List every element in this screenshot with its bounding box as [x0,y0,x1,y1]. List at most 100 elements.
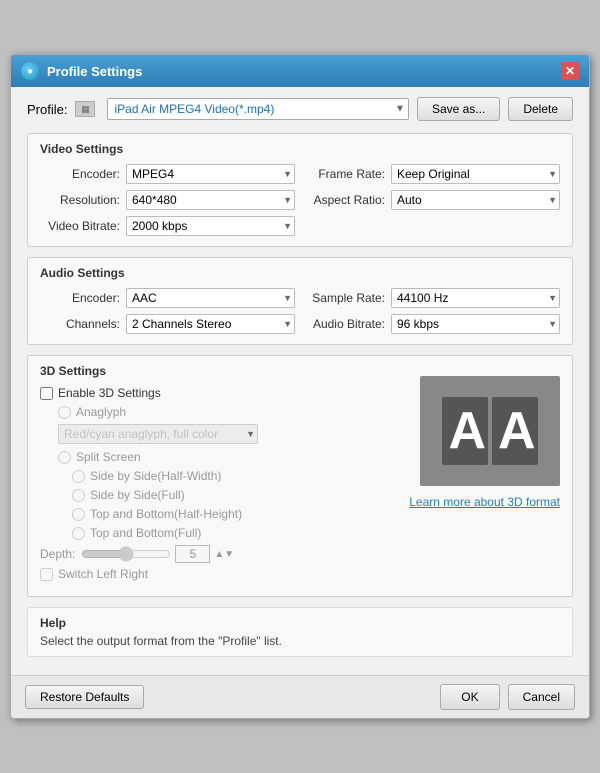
resolution-label: Resolution: [40,193,120,207]
side-half-row: Side by Side(Half-Width) [40,469,399,483]
side-half-radio[interactable] [72,470,85,483]
depth-input[interactable] [175,545,210,563]
side-full-radio[interactable] [72,489,85,502]
help-section: Help Select the output format from the "… [27,607,573,657]
help-title: Help [40,616,560,630]
aspect-ratio-select[interactable]: Auto [391,190,560,210]
cancel-button[interactable]: Cancel [508,684,575,710]
dialog-title: Profile Settings [47,64,561,79]
restore-defaults-button[interactable]: Restore Defaults [25,685,144,709]
split-screen-row: Split Screen [40,450,399,464]
aspect-ratio-row: Aspect Ratio: Auto ▼ [305,190,560,210]
split-screen-radio[interactable] [58,451,71,464]
depth-row: Depth: ▲▼ [40,545,399,563]
video-settings-section: Video Settings Encoder: MPEG4 ▼ Frame Ra… [27,133,573,247]
enable-3d-checkbox[interactable] [40,387,53,400]
audio-settings-grid: Encoder: AAC ▼ Sample Rate: 44100 Hz [40,288,560,334]
profile-label: Profile: [27,102,67,117]
anaglyph-radio[interactable] [58,406,71,419]
side-full-label: Side by Side(Full) [90,488,185,502]
sample-rate-select[interactable]: 44100 Hz [391,288,560,308]
enable-3d-row: Enable 3D Settings [40,386,399,400]
resolution-select[interactable]: 640*480 [126,190,295,210]
profile-row: Profile: ▦ iPad Air MPEG4 Video(*.mp4) ▼… [27,97,573,121]
ok-button[interactable]: OK [440,684,499,710]
top-bottom-full-radio[interactable] [72,527,85,540]
learn-more-row: Learn more about 3D format [409,494,560,509]
anaglyph-label: Anaglyph [76,405,126,419]
switch-lr-label: Switch Left Right [58,567,148,581]
frame-rate-select-wrapper: Keep Original ▼ [391,164,560,184]
channels-row: Channels: 2 Channels Stereo ▼ [40,314,295,334]
depth-spinner-arrows-icon: ▲▼ [214,549,234,560]
video-bitrate-select-wrapper: 2000 kbps ▼ [126,216,295,236]
video-settings-title: Video Settings [40,142,560,156]
top-bottom-half-radio[interactable] [72,508,85,521]
audio-encoder-label: Encoder: [40,291,120,305]
profile-select-wrapper: iPad Air MPEG4 Video(*.mp4) ▼ [107,98,408,120]
anaglyph-select[interactable]: Red/cyan anaglyph, full color [58,424,258,444]
side-half-label: Side by Side(Half-Width) [90,469,221,483]
preview-aa-text: A A [442,397,537,465]
channels-select[interactable]: 2 Channels Stereo [126,314,295,334]
profile-select[interactable]: iPad Air MPEG4 Video(*.mp4) [107,98,408,120]
learn-more-link[interactable]: Learn more about 3D format [409,495,560,509]
footer-right-buttons: OK Cancel [440,684,575,710]
aspect-ratio-label: Aspect Ratio: [305,193,385,207]
frame-rate-select[interactable]: Keep Original [391,164,560,184]
profile-icon: ▦ [75,101,95,117]
close-button[interactable]: ✕ [561,62,579,80]
encoder-select-wrapper: MPEG4 ▼ [126,164,295,184]
encoder-label: Encoder: [40,167,120,181]
enable-3d-label: Enable 3D Settings [58,386,161,400]
depth-slider-wrapper: ▲▼ [81,545,234,563]
help-text: Select the output format from the "Profi… [40,634,560,648]
switch-lr-row: Switch Left Right [40,567,399,581]
video-bitrate-label: Video Bitrate: [40,219,120,233]
split-screen-label: Split Screen [76,450,141,464]
frame-rate-row: Frame Rate: Keep Original ▼ [305,164,560,184]
footer-bar: Restore Defaults OK Cancel [11,675,589,718]
3d-settings-content: Enable 3D Settings Anaglyph Red/cyan ana… [40,386,560,586]
audio-settings-title: Audio Settings [40,266,560,280]
preview-area: A A Learn more about 3D format [409,386,560,586]
anaglyph-option-row: Red/cyan anaglyph, full color ▼ [40,424,399,444]
sample-rate-label: Sample Rate: [305,291,385,305]
audio-bitrate-select[interactable]: 96 kbps [391,314,560,334]
channels-select-wrapper: 2 Channels Stereo ▼ [126,314,295,334]
top-bottom-full-row: Top and Bottom(Full) [40,526,399,540]
video-bitrate-select[interactable]: 2000 kbps [126,216,295,236]
preview-a2: A [492,397,538,465]
audio-settings-section: Audio Settings Encoder: AAC ▼ Sample Rat… [27,257,573,345]
resolution-select-wrapper: 640*480 ▼ [126,190,295,210]
top-bottom-half-label: Top and Bottom(Half-Height) [90,507,242,521]
delete-button[interactable]: Delete [508,97,573,121]
audio-bitrate-row: Audio Bitrate: 96 kbps ▼ [305,314,560,334]
top-bottom-full-label: Top and Bottom(Full) [90,526,201,540]
depth-slider[interactable] [81,547,171,561]
app-icon: ● [21,62,39,80]
encoder-select[interactable]: MPEG4 [126,164,295,184]
resolution-row: Resolution: 640*480 ▼ [40,190,295,210]
switch-lr-checkbox[interactable] [40,568,53,581]
preview-a1: A [442,397,488,465]
encoder-row: Encoder: MPEG4 ▼ [40,164,295,184]
sample-rate-select-wrapper: 44100 Hz ▼ [391,288,560,308]
video-settings-grid: Encoder: MPEG4 ▼ Frame Rate: Keep Origin… [40,164,560,236]
video-bitrate-row: Video Bitrate: 2000 kbps ▼ [40,216,295,236]
audio-encoder-row: Encoder: AAC ▼ [40,288,295,308]
audio-encoder-select[interactable]: AAC [126,288,295,308]
3d-preview-box: A A [420,376,560,486]
save-as-button[interactable]: Save as... [417,97,500,121]
dialog-body: Profile: ▦ iPad Air MPEG4 Video(*.mp4) ▼… [11,87,589,675]
top-bottom-half-row: Top and Bottom(Half-Height) [40,507,399,521]
3d-settings-section: 3D Settings Enable 3D Settings Anaglyph [27,355,573,597]
side-full-row: Side by Side(Full) [40,488,399,502]
sample-rate-row: Sample Rate: 44100 Hz ▼ [305,288,560,308]
channels-label: Channels: [40,317,120,331]
frame-rate-label: Frame Rate: [305,167,385,181]
profile-settings-dialog: ● Profile Settings ✕ Profile: ▦ iPad Air… [10,54,590,719]
audio-bitrate-label: Audio Bitrate: [305,317,385,331]
anaglyph-select-wrapper: Red/cyan anaglyph, full color ▼ [58,424,258,444]
3d-settings-left: Enable 3D Settings Anaglyph Red/cyan ana… [40,386,399,586]
